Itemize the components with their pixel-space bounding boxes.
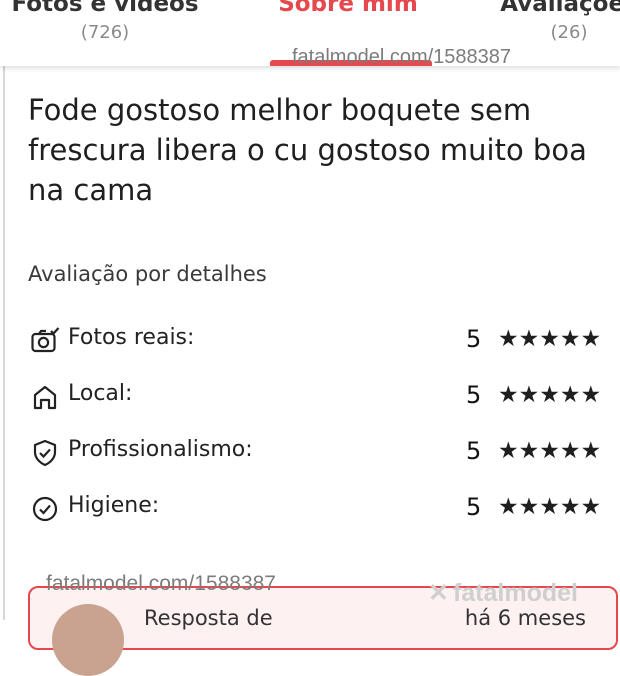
star-rating: ★★★★★	[498, 382, 602, 408]
tab-count: (726)	[80, 22, 130, 43]
review-text: Fode gostoso melhor boquete sem frescura…	[28, 93, 587, 207]
tab-photos-videos[interactable]: Fotos e vídeos (726)	[0, 0, 210, 66]
detail-label: Local:	[68, 381, 133, 406]
shield-check-icon	[33, 439, 57, 467]
divider	[3, 66, 5, 620]
details-title: Avaliação por detalhes	[28, 262, 267, 286]
detail-score: 5	[466, 437, 482, 465]
review-body: Fode gostoso melhor boquete sem frescura…	[28, 90, 613, 210]
logo-mark-icon: ✕	[428, 579, 449, 607]
logo-text: fatalmodel	[452, 579, 578, 607]
tab-label: Fotos e vídeos	[11, 0, 199, 17]
star-rating: ★★★★★	[498, 494, 602, 520]
detail-row-hygiene: Higiene: 5 ★★★★★	[28, 489, 620, 529]
check-circle-icon	[32, 496, 58, 522]
detail-score: 5	[466, 325, 482, 353]
tab-count: (26)	[550, 22, 588, 43]
detail-row-professionalism: Profissionalismo: 5 ★★★★★	[28, 433, 620, 473]
watermark-url: fatalmodel.com/1588387	[292, 46, 512, 68]
tab-label: Sobre mim	[278, 0, 418, 17]
detail-label: Fotos reais:	[68, 325, 195, 350]
watermark-logo: ✕ fatalmodel	[428, 578, 578, 608]
home-icon	[33, 385, 57, 410]
reply-title: Resposta de	[144, 606, 273, 630]
detail-row-location: Local: 5 ★★★★★	[28, 377, 620, 417]
star-rating: ★★★★★	[498, 326, 602, 352]
detail-label: Profissionalismo:	[68, 437, 253, 462]
tab-label: Avaliações	[500, 0, 620, 17]
watermark-url: fatalmodel.com/1588387	[46, 572, 276, 595]
detail-score: 5	[466, 493, 482, 521]
detail-row-photos: Fotos reais: 5 ★★★★★	[28, 321, 620, 361]
star-rating: ★★★★★	[498, 438, 602, 464]
avatar	[52, 604, 124, 676]
reply-time: há 6 meses	[464, 606, 586, 630]
camera-check-icon	[31, 327, 60, 353]
detail-label: Higiene:	[68, 493, 160, 518]
detail-score: 5	[466, 381, 482, 409]
